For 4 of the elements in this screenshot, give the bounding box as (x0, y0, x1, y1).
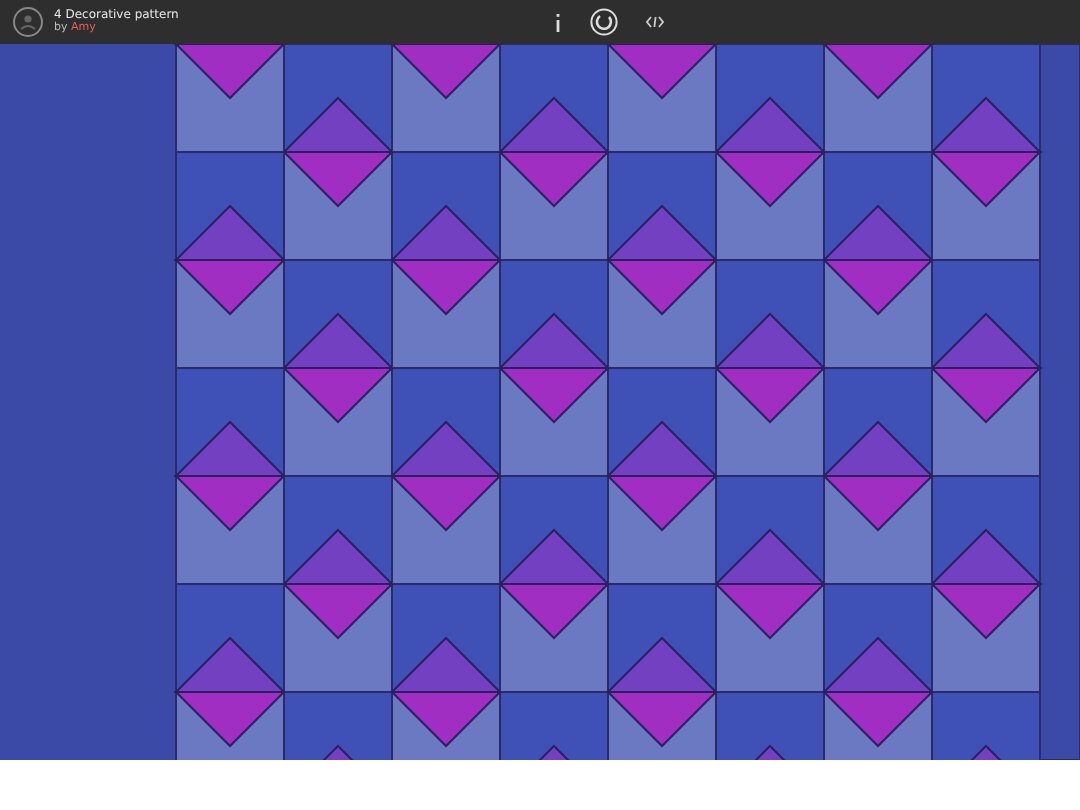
avatar-icon (12, 6, 44, 38)
info-icon[interactable] (554, 13, 562, 31)
code-icon[interactable] (646, 16, 664, 28)
restart-icon[interactable] (590, 8, 618, 36)
